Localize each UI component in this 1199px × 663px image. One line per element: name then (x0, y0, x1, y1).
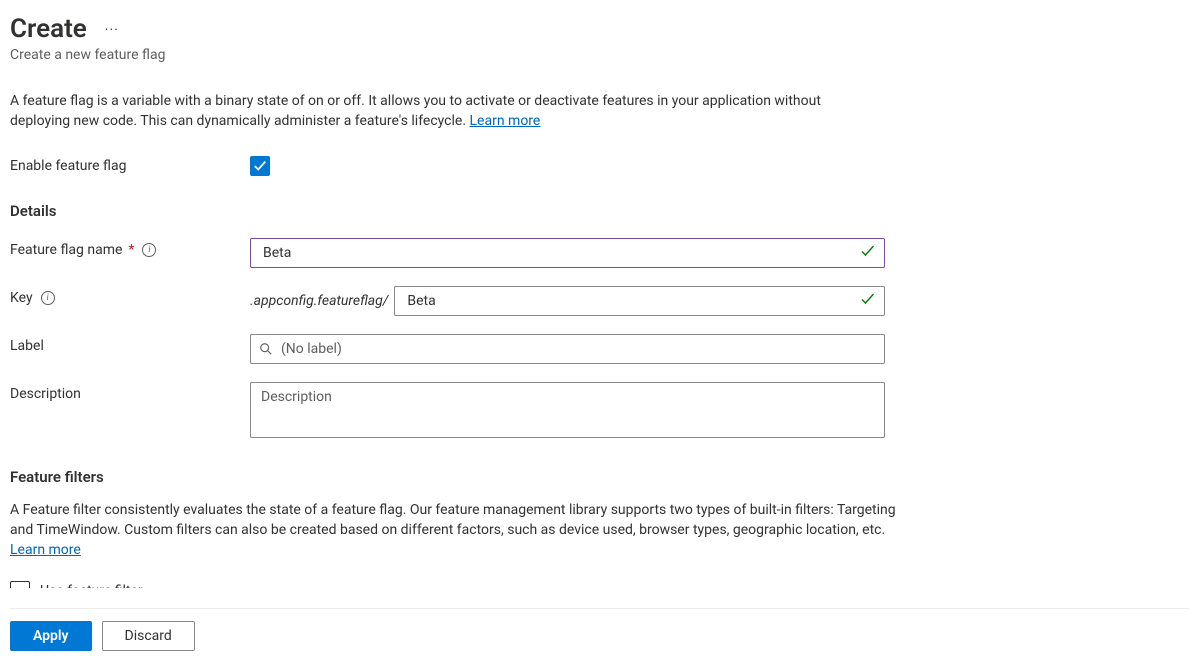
page-title: Create (10, 14, 87, 45)
intro-learn-more-link[interactable]: Learn more (470, 113, 541, 129)
filters-text: A Feature filter consistently evaluates … (10, 500, 900, 561)
discard-button[interactable]: Discard (102, 621, 195, 651)
valid-check-icon (860, 291, 876, 311)
intro-text: A feature flag is a variable with a bina… (10, 91, 880, 132)
key-input[interactable] (405, 292, 854, 310)
page-subtitle: Create a new feature flag (10, 47, 1189, 63)
flag-name-input-wrap (250, 238, 885, 268)
filters-heading: Feature filters (10, 468, 1189, 486)
more-actions-button[interactable]: ··· (101, 20, 123, 40)
enable-flag-label: Enable feature flag (10, 158, 250, 174)
flag-name-input[interactable] (261, 244, 854, 262)
key-input-wrap (394, 286, 885, 316)
info-icon[interactable]: i (142, 243, 156, 257)
details-heading: Details (10, 202, 1189, 220)
use-filter-checkbox[interactable] (10, 581, 30, 588)
enable-flag-checkbox[interactable] (250, 156, 270, 176)
key-label: Key (10, 290, 33, 306)
apply-button[interactable]: Apply (10, 621, 92, 651)
valid-check-icon (860, 243, 876, 263)
label-field-label: Label (10, 338, 44, 354)
label-input-wrap (250, 334, 885, 364)
required-asterisk: * (128, 242, 134, 258)
description-textarea[interactable] (250, 382, 885, 438)
filters-learn-more-link[interactable]: Learn more (10, 542, 81, 558)
label-input[interactable] (279, 340, 854, 358)
key-prefix: .appconfig.featureflag/ (250, 293, 388, 309)
info-icon[interactable]: i (41, 291, 55, 305)
use-filter-label: Use feature filter (40, 583, 143, 588)
check-icon (253, 159, 267, 173)
search-icon (259, 342, 273, 356)
footer: Apply Discard (10, 608, 1189, 663)
description-label: Description (10, 386, 81, 402)
flag-name-label: Feature flag name (10, 242, 122, 258)
